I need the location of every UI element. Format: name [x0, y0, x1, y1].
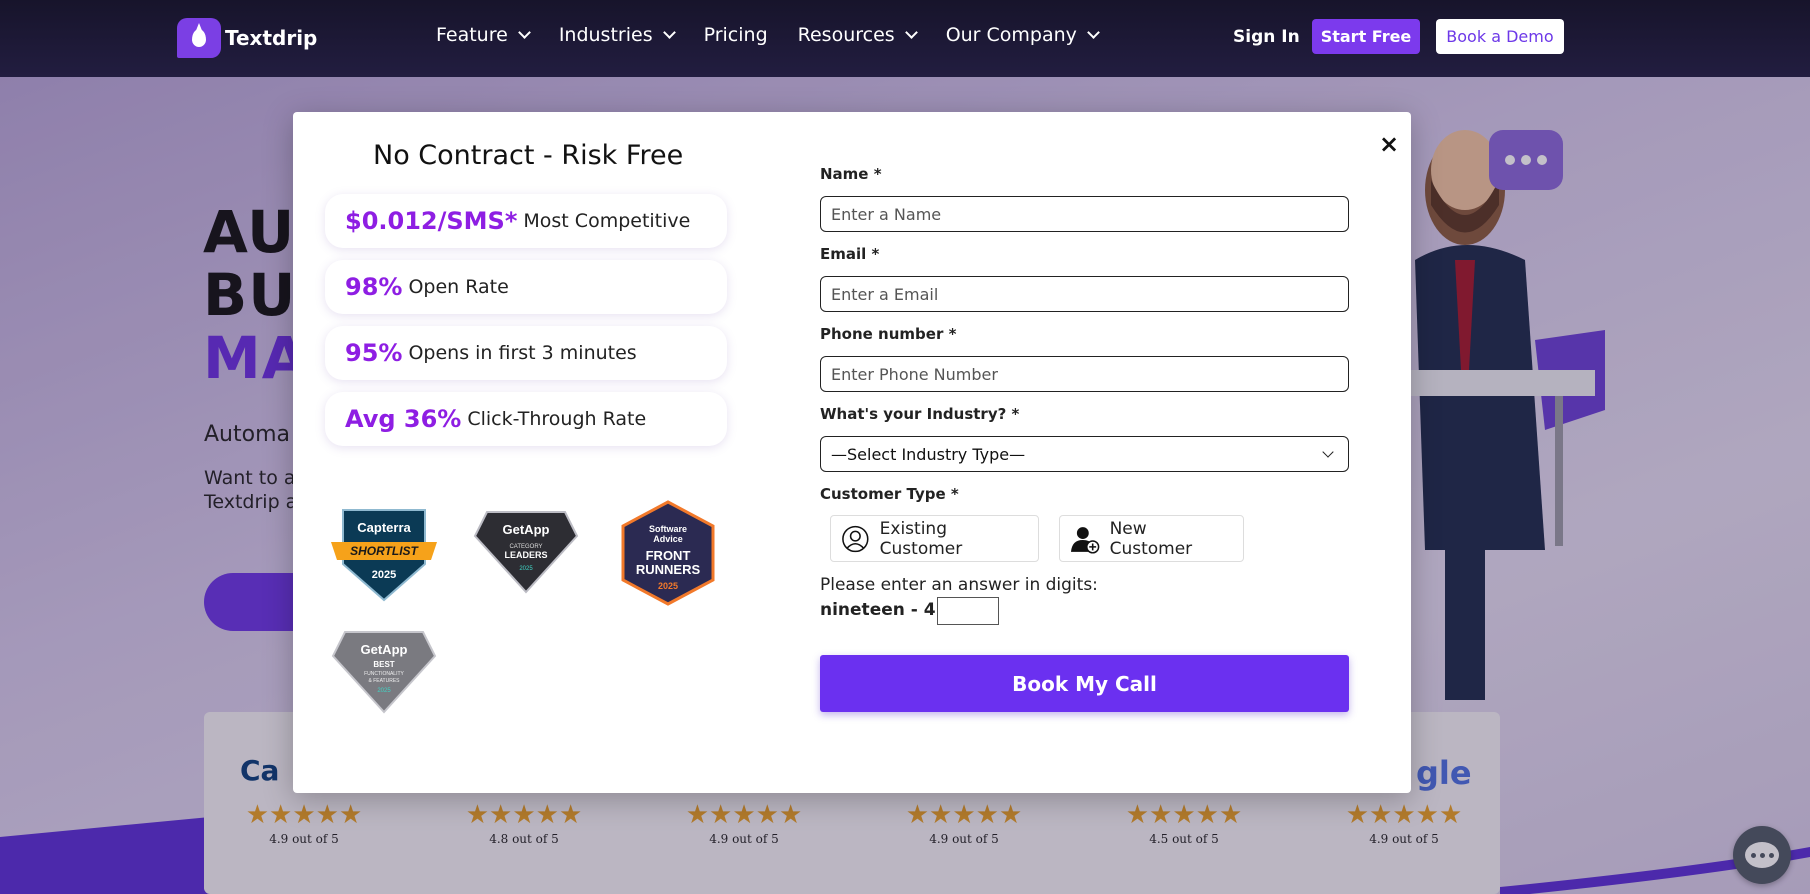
chevron-down-icon: [517, 26, 531, 39]
existing-customer-option[interactable]: Existing Customer: [830, 515, 1039, 562]
badge-text: SHORTLIST: [350, 544, 419, 558]
stat-card: $0.012/SMS* Most Competitive: [325, 194, 727, 248]
stat-value: $0.012/SMS*: [345, 207, 518, 235]
industry-selected-value: —Select Industry Type—: [831, 444, 1026, 464]
badge-text: & FEATURES: [368, 678, 400, 684]
chevron-down-icon: [904, 26, 918, 39]
badge-text: FUNCTIONALITY: [364, 671, 404, 677]
nav-resources[interactable]: Resources: [797, 24, 918, 46]
stat-label: Most Competitive: [523, 210, 691, 232]
badge-text: 2025: [372, 569, 396, 581]
stat-card: 95% Opens in first 3 minutes: [325, 326, 727, 380]
textdrip-logo[interactable]: Textdrip: [177, 18, 317, 58]
name-label: Name *: [820, 165, 882, 183]
badge-text: BEST: [373, 660, 394, 669]
add-user-icon: [1070, 526, 1100, 554]
badge-text: Capterra: [357, 520, 411, 535]
stat-card: 98% Open Rate: [325, 260, 727, 314]
stat-value: 98%: [345, 273, 403, 301]
nav-feature-label: Feature: [436, 24, 508, 46]
captcha-answer-input[interactable]: [937, 597, 999, 625]
chevron-down-icon: [662, 26, 676, 39]
getapp-category-leaders-badge: GetApp CATEGORY LEADERS 2025: [473, 511, 579, 594]
stat-label: Open Rate: [408, 276, 509, 298]
badge-text: RUNNERS: [636, 562, 701, 577]
badge-text: Software: [649, 524, 687, 534]
nav-links: Feature Industries Pricing Resources Our…: [436, 24, 1100, 46]
badge-text: GetApp: [503, 522, 550, 537]
close-icon[interactable]: ×: [1379, 132, 1399, 156]
nav-pricing-label: Pricing: [703, 24, 768, 46]
new-customer-label: New Customer: [1109, 518, 1193, 559]
industry-select[interactable]: —Select Industry Type—: [820, 436, 1349, 472]
phone-label: Phone number *: [820, 325, 957, 343]
badge-text: Advice: [653, 534, 683, 544]
book-call-modal: × No Contract - Risk Free $0.012/SMS* Mo…: [293, 112, 1411, 793]
sign-in-link[interactable]: Sign In: [1233, 27, 1300, 47]
stat-value: Avg 36%: [345, 405, 462, 433]
nav-feature[interactable]: Feature: [436, 24, 531, 46]
logo-text: Textdrip: [225, 26, 318, 50]
chevron-down-icon: [1087, 26, 1100, 39]
new-customer-option[interactable]: New Customer: [1059, 515, 1244, 562]
capterra-shortlist-badge: Capterra SHORTLIST 2025: [331, 509, 437, 602]
badge-text: FRONT: [646, 548, 691, 563]
captcha-expression: nineteen - 4 =: [820, 600, 956, 620]
start-free-button[interactable]: Start Free: [1311, 19, 1421, 54]
modal-title: No Contract - Risk Free: [373, 140, 684, 171]
existing-customer-label: Existing Customer: [879, 518, 963, 559]
nav-pricing[interactable]: Pricing: [704, 24, 768, 46]
captcha-prompt: Please enter an answer in digits:: [820, 575, 1098, 595]
getapp-best-functionality-badge: GetApp BEST FUNCTIONALITY & FEATURES 202…: [331, 631, 437, 714]
chevron-down-icon: [1322, 446, 1334, 458]
phone-input[interactable]: [820, 356, 1349, 392]
email-input[interactable]: [820, 276, 1349, 312]
badge-text: LEADERS: [504, 550, 547, 560]
nav-our-company[interactable]: Our Company: [945, 24, 1100, 46]
customer-type-label: Customer Type *: [820, 485, 959, 503]
book-demo-button[interactable]: Book a Demo: [1436, 19, 1564, 54]
user-circle-icon: [842, 525, 869, 552]
badge-text: GetApp: [361, 642, 408, 657]
nav-industries[interactable]: Industries: [558, 24, 676, 46]
stat-label: Opens in first 3 minutes: [408, 342, 637, 364]
nav-actions: Sign In Start Free Book a Demo: [1233, 19, 1564, 54]
top-navbar: Textdrip Feature Industries Pricing Reso…: [0, 0, 1810, 77]
email-label: Email *: [820, 245, 880, 263]
droplet-icon: [177, 18, 221, 58]
stat-label: Click-Through Rate: [467, 408, 647, 430]
stat-value: 95%: [345, 339, 403, 367]
nav-our-company-label: Our Company: [945, 24, 1077, 46]
book-my-call-button[interactable]: Book My Call: [820, 655, 1349, 712]
nav-resources-label: Resources: [797, 24, 895, 46]
nav-industries-label: Industries: [558, 24, 653, 46]
industry-label: What's your Industry? *: [820, 405, 1020, 423]
name-input[interactable]: [820, 196, 1349, 232]
badge-text: 2025: [519, 566, 533, 572]
badge-text: 2025: [658, 581, 678, 591]
stat-card: Avg 36% Click-Through Rate: [325, 392, 727, 446]
badge-text: 2025: [377, 688, 391, 694]
software-advice-front-runners-badge: Software Advice FRONT RUNNERS 2025: [621, 500, 715, 606]
